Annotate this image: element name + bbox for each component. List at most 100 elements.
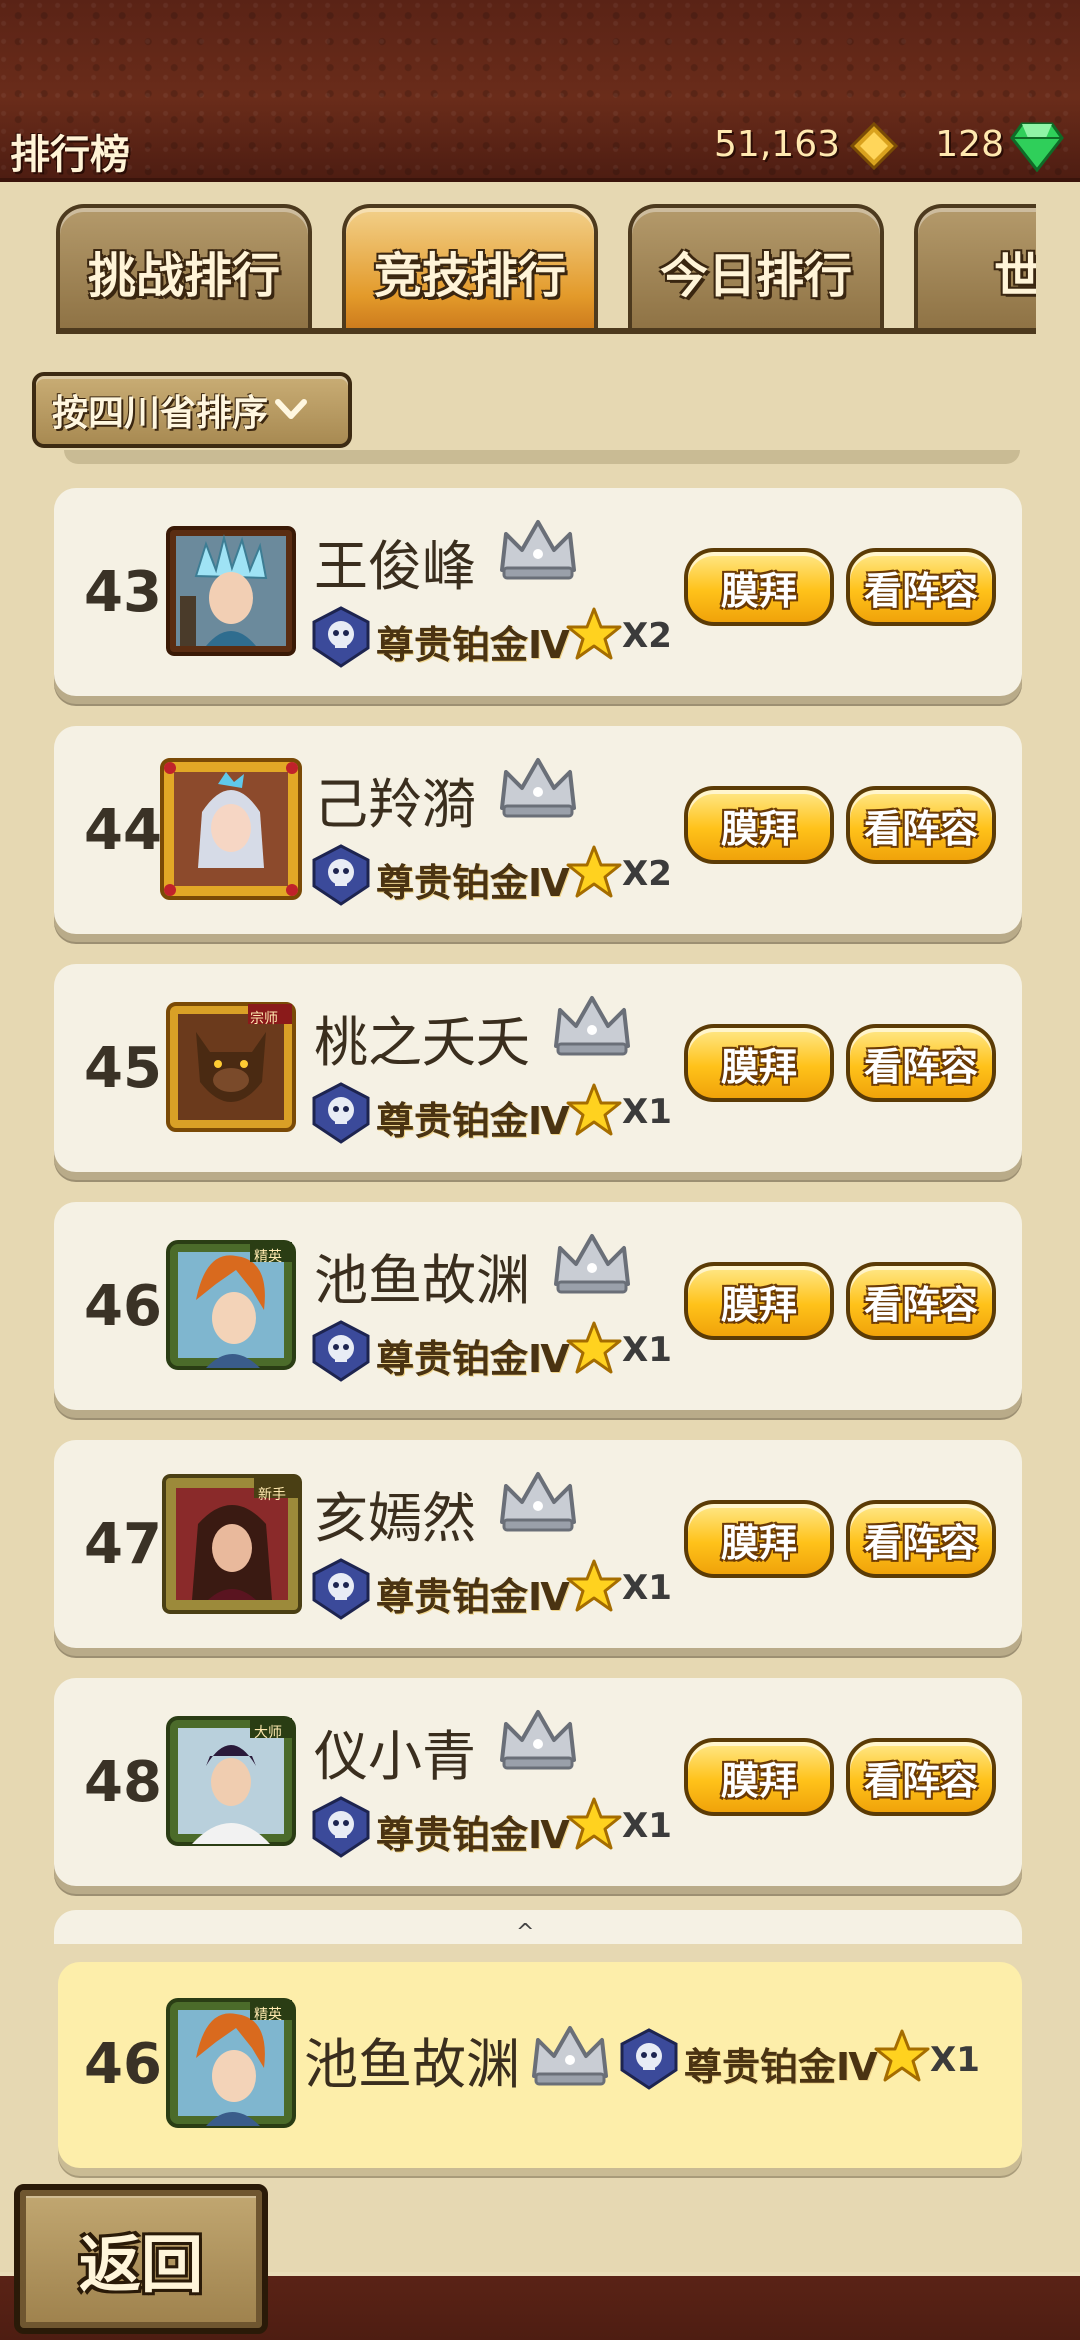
player-rank-tag: 大师 xyxy=(254,1725,282,1741)
silver-crown-icon xyxy=(500,1472,576,1532)
gold-star-icon xyxy=(566,607,622,660)
star-multiplier: X1 xyxy=(622,1568,672,1608)
ranking-row: 48 大师 仪小青 尊贵铂金Ⅳ X1 膜拜 看阵容 xyxy=(54,1678,1022,1886)
worship-button[interactable]: 膜拜 xyxy=(684,1738,834,1816)
worship-button[interactable]: 膜拜 xyxy=(684,1262,834,1340)
silver-crown-icon xyxy=(500,1710,576,1770)
tab-challenge-ranking[interactable]: 挑战排行 xyxy=(56,204,312,334)
gold-ingot-icon xyxy=(850,122,898,170)
tier-label: 尊贵铂金Ⅳ xyxy=(376,623,570,667)
worship-button[interactable]: 膜拜 xyxy=(684,1024,834,1102)
tab-arena-ranking[interactable]: 竞技排行 xyxy=(342,204,598,334)
tier-label: 尊贵铂金Ⅳ xyxy=(376,1337,570,1381)
ranking-row: 45 宗师 桃之夭夭 尊贵铂金Ⅳ X1 膜拜 看阵容 xyxy=(54,964,1022,1172)
skull-rank-badge-icon xyxy=(312,1558,370,1620)
my-ranking-row: 46 精英 池鱼故渊 尊贵铂金Ⅳ X1 xyxy=(58,1962,1022,2168)
player-rank-tag: 精英 xyxy=(254,1249,282,1265)
view-lineup-button[interactable]: 看阵容 xyxy=(846,1024,996,1102)
lineup-label: 看阵容 xyxy=(863,1044,978,1089)
worship-button[interactable]: 膜拜 xyxy=(684,1500,834,1578)
player-name: 王俊峰 xyxy=(314,535,476,598)
tier-label: 尊贵铂金Ⅳ xyxy=(376,1813,570,1857)
lineup-label: 看阵容 xyxy=(863,1520,978,1565)
back-label: 返回 xyxy=(78,2228,203,2301)
skull-rank-badge-icon xyxy=(312,1320,370,1382)
tab-label: 世界 xyxy=(993,248,1036,304)
rank-number: 46 xyxy=(84,1274,162,1339)
view-lineup-button[interactable]: 看阵容 xyxy=(846,1262,996,1340)
tab-world-ranking[interactable]: 世界 xyxy=(914,204,1036,334)
chevron-down-icon xyxy=(275,399,308,419)
rank-number: 48 xyxy=(84,1750,162,1815)
tab-label: 今日排行 xyxy=(659,248,852,304)
lineup-label: 看阵容 xyxy=(863,568,978,613)
player-avatar[interactable] xyxy=(166,526,296,656)
silver-crown-icon xyxy=(554,1234,630,1294)
lineup-label: 看阵容 xyxy=(863,1282,978,1327)
worship-label: 膜拜 xyxy=(720,1758,797,1803)
silver-crown-icon xyxy=(500,758,576,818)
tier-label: 尊贵铂金Ⅳ xyxy=(376,861,570,905)
ranking-row: 43 王俊峰 尊贵铂金Ⅳ X2 膜拜 看阵容 xyxy=(54,488,1022,696)
my-name: 池鱼故渊 xyxy=(304,2033,520,2096)
gold-star-icon xyxy=(566,1559,622,1612)
player-name: 桃之夭夭 xyxy=(314,1011,530,1074)
top-bar: 排行榜 51,163 128 xyxy=(0,0,1080,182)
view-lineup-button[interactable]: 看阵容 xyxy=(846,1500,996,1578)
silver-crown-icon xyxy=(532,2026,608,2086)
sort-dropdown[interactable]: 按四川省排序 xyxy=(32,372,352,448)
back-button[interactable]: 返回 xyxy=(14,2184,268,2334)
silver-crown-icon xyxy=(554,996,630,1056)
lineup-label: 看阵容 xyxy=(863,806,978,851)
my-rank-tag: 精英 xyxy=(254,2007,282,2023)
rank-number: 43 xyxy=(84,560,162,625)
worship-button[interactable]: 膜拜 xyxy=(684,548,834,626)
green-gem-icon xyxy=(1010,122,1064,172)
rank-number: 47 xyxy=(84,1512,162,1577)
ranking-row: 46 精英 池鱼故渊 尊贵铂金Ⅳ X1 膜拜 看阵容 xyxy=(54,1202,1022,1410)
star-multiplier: X1 xyxy=(622,1806,672,1846)
worship-label: 膜拜 xyxy=(720,568,797,613)
my-tier-label: 尊贵铂金Ⅳ xyxy=(684,2045,878,2089)
tab-today-ranking[interactable]: 今日排行 xyxy=(628,204,884,334)
tab-label: 挑战排行 xyxy=(87,248,280,304)
skull-rank-badge-icon xyxy=(620,2028,678,2090)
tier-label: 尊贵铂金Ⅳ xyxy=(376,1099,570,1143)
caret-up-icon: ^ xyxy=(516,1920,535,1945)
worship-button[interactable]: 膜拜 xyxy=(684,786,834,864)
my-rank-number: 46 xyxy=(84,2032,162,2097)
player-rank-tag: 新手 xyxy=(258,1487,286,1503)
my-star-multiplier: X1 xyxy=(930,2040,980,2080)
rank-number: 45 xyxy=(84,1036,162,1101)
skull-rank-badge-icon xyxy=(312,606,370,668)
star-multiplier: X1 xyxy=(622,1330,672,1370)
view-lineup-button[interactable]: 看阵容 xyxy=(846,786,996,864)
player-rank-tag: 宗师 xyxy=(250,1011,278,1027)
ranking-row: 47 新手 亥嫣然 尊贵铂金Ⅳ X1 膜拜 看阵容 xyxy=(54,1440,1022,1648)
star-multiplier: X2 xyxy=(622,616,672,656)
worship-label: 膜拜 xyxy=(720,806,797,851)
worship-label: 膜拜 xyxy=(720,1520,797,1565)
skull-rank-badge-icon xyxy=(312,1796,370,1858)
star-multiplier: X1 xyxy=(622,1092,672,1132)
sort-label: 按四川省排序 xyxy=(52,393,269,434)
worship-label: 膜拜 xyxy=(720,1044,797,1089)
tier-label: 尊贵铂金Ⅳ xyxy=(376,1575,570,1619)
view-lineup-button[interactable]: 看阵容 xyxy=(846,548,996,626)
view-lineup-button[interactable]: 看阵容 xyxy=(846,1738,996,1816)
next-row-peek: ^ xyxy=(54,1910,1022,1945)
player-name: 亥嫣然 xyxy=(314,1487,476,1550)
worship-label: 膜拜 xyxy=(720,1282,797,1327)
skull-rank-badge-icon xyxy=(312,1082,370,1144)
ranking-list[interactable]: 43 王俊峰 尊贵铂金Ⅳ X2 膜拜 看阵容 44 己羚漪 尊贵铂金Ⅳ X2 膜… xyxy=(0,480,1080,1942)
player-name: 池鱼故渊 xyxy=(314,1249,530,1312)
player-avatar[interactable] xyxy=(160,758,302,900)
gold-amount: 51,163 xyxy=(714,124,840,165)
tab-underline xyxy=(56,328,1036,334)
gold-star-icon xyxy=(566,1083,622,1136)
lineup-label: 看阵容 xyxy=(863,1758,978,1803)
gold-star-icon xyxy=(874,2029,930,2082)
skull-rank-badge-icon xyxy=(312,844,370,906)
list-top-edge xyxy=(64,450,1020,464)
rank-number: 44 xyxy=(84,798,162,863)
